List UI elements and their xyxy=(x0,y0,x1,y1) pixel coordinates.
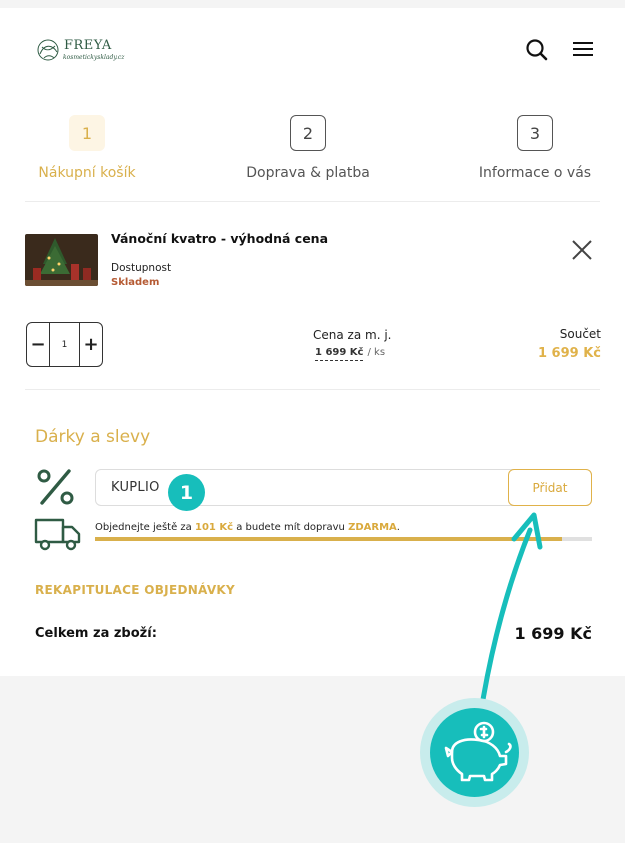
decrease-quantity-button[interactable]: − xyxy=(27,323,49,366)
step-label: Nákupní košík xyxy=(38,165,136,181)
order-total-label: Celkem za zboží: xyxy=(35,626,157,641)
free-shipping-progress-bar xyxy=(95,537,592,541)
divider xyxy=(25,201,600,202)
quantity-input[interactable]: 1 xyxy=(49,323,80,366)
shipping-prefix: Objednejte ještě za xyxy=(95,522,192,533)
logo-name: FREYA xyxy=(64,38,112,53)
item-total: 1 699 Kč xyxy=(537,346,601,361)
shipping-end: . xyxy=(396,522,400,533)
unit-price-header: Cena za m. j. xyxy=(313,328,392,342)
unit-price-value: 1 699 Kč xyxy=(315,347,364,361)
coupon-input[interactable]: KUPLIO xyxy=(111,480,160,495)
step-label: Doprava & platba xyxy=(246,165,370,181)
top-strip xyxy=(0,0,625,8)
unit-suffix: / ks xyxy=(367,347,386,358)
step-label: Informace o vás xyxy=(478,165,592,181)
step-number: 3 xyxy=(517,115,553,151)
availability-label: Dostupnost xyxy=(111,262,172,274)
free-shipping-message: Objednejte ještě za 101 Kč a budete mít … xyxy=(95,522,400,533)
shipping-amount: 101 Kč xyxy=(194,522,234,533)
availability-status: Skladem xyxy=(111,277,160,288)
divider xyxy=(25,389,600,390)
total-header: Součet xyxy=(559,327,601,341)
add-coupon-button[interactable]: Přidat xyxy=(508,469,592,506)
step-shipping-payment[interactable]: 2 Doprava & platba xyxy=(228,115,388,181)
gifts-discounts-title: Dárky a slevy xyxy=(35,427,151,447)
quantity-stepper: − 1 + xyxy=(26,322,103,367)
search-icon[interactable] xyxy=(524,37,550,63)
logo-tagline: kosmetickysklady.cz xyxy=(63,54,125,61)
step-cart[interactable]: 1 Nákupní košík xyxy=(7,115,167,181)
order-recap-title: REKAPITULACE OBJEDNÁVKY xyxy=(35,583,235,597)
free-shipping-progress-fill xyxy=(95,537,563,541)
percent-icon xyxy=(37,469,74,505)
order-total-value: 1 699 Kč xyxy=(514,624,592,643)
hamburger-menu-icon[interactable] xyxy=(570,36,596,62)
shipping-free: ZDARMA xyxy=(348,522,397,533)
product-name[interactable]: Vánoční kvatro - výhodná cena xyxy=(111,231,328,246)
increase-quantity-button[interactable]: + xyxy=(80,323,102,366)
step-badge: 1 xyxy=(168,474,205,511)
delivery-truck-icon xyxy=(34,518,81,551)
step-number: 2 xyxy=(290,115,326,151)
piggy-bank-icon xyxy=(444,721,512,782)
step-customer-info[interactable]: 3 Informace o vás xyxy=(455,115,615,181)
shipping-middle: a budete mít dopravu xyxy=(236,522,345,533)
step-number: 1 xyxy=(69,115,105,151)
unit-price: 1 699 Kč / ks xyxy=(315,347,386,361)
product-thumbnail[interactable] xyxy=(25,234,98,286)
remove-item-icon[interactable] xyxy=(570,238,594,262)
